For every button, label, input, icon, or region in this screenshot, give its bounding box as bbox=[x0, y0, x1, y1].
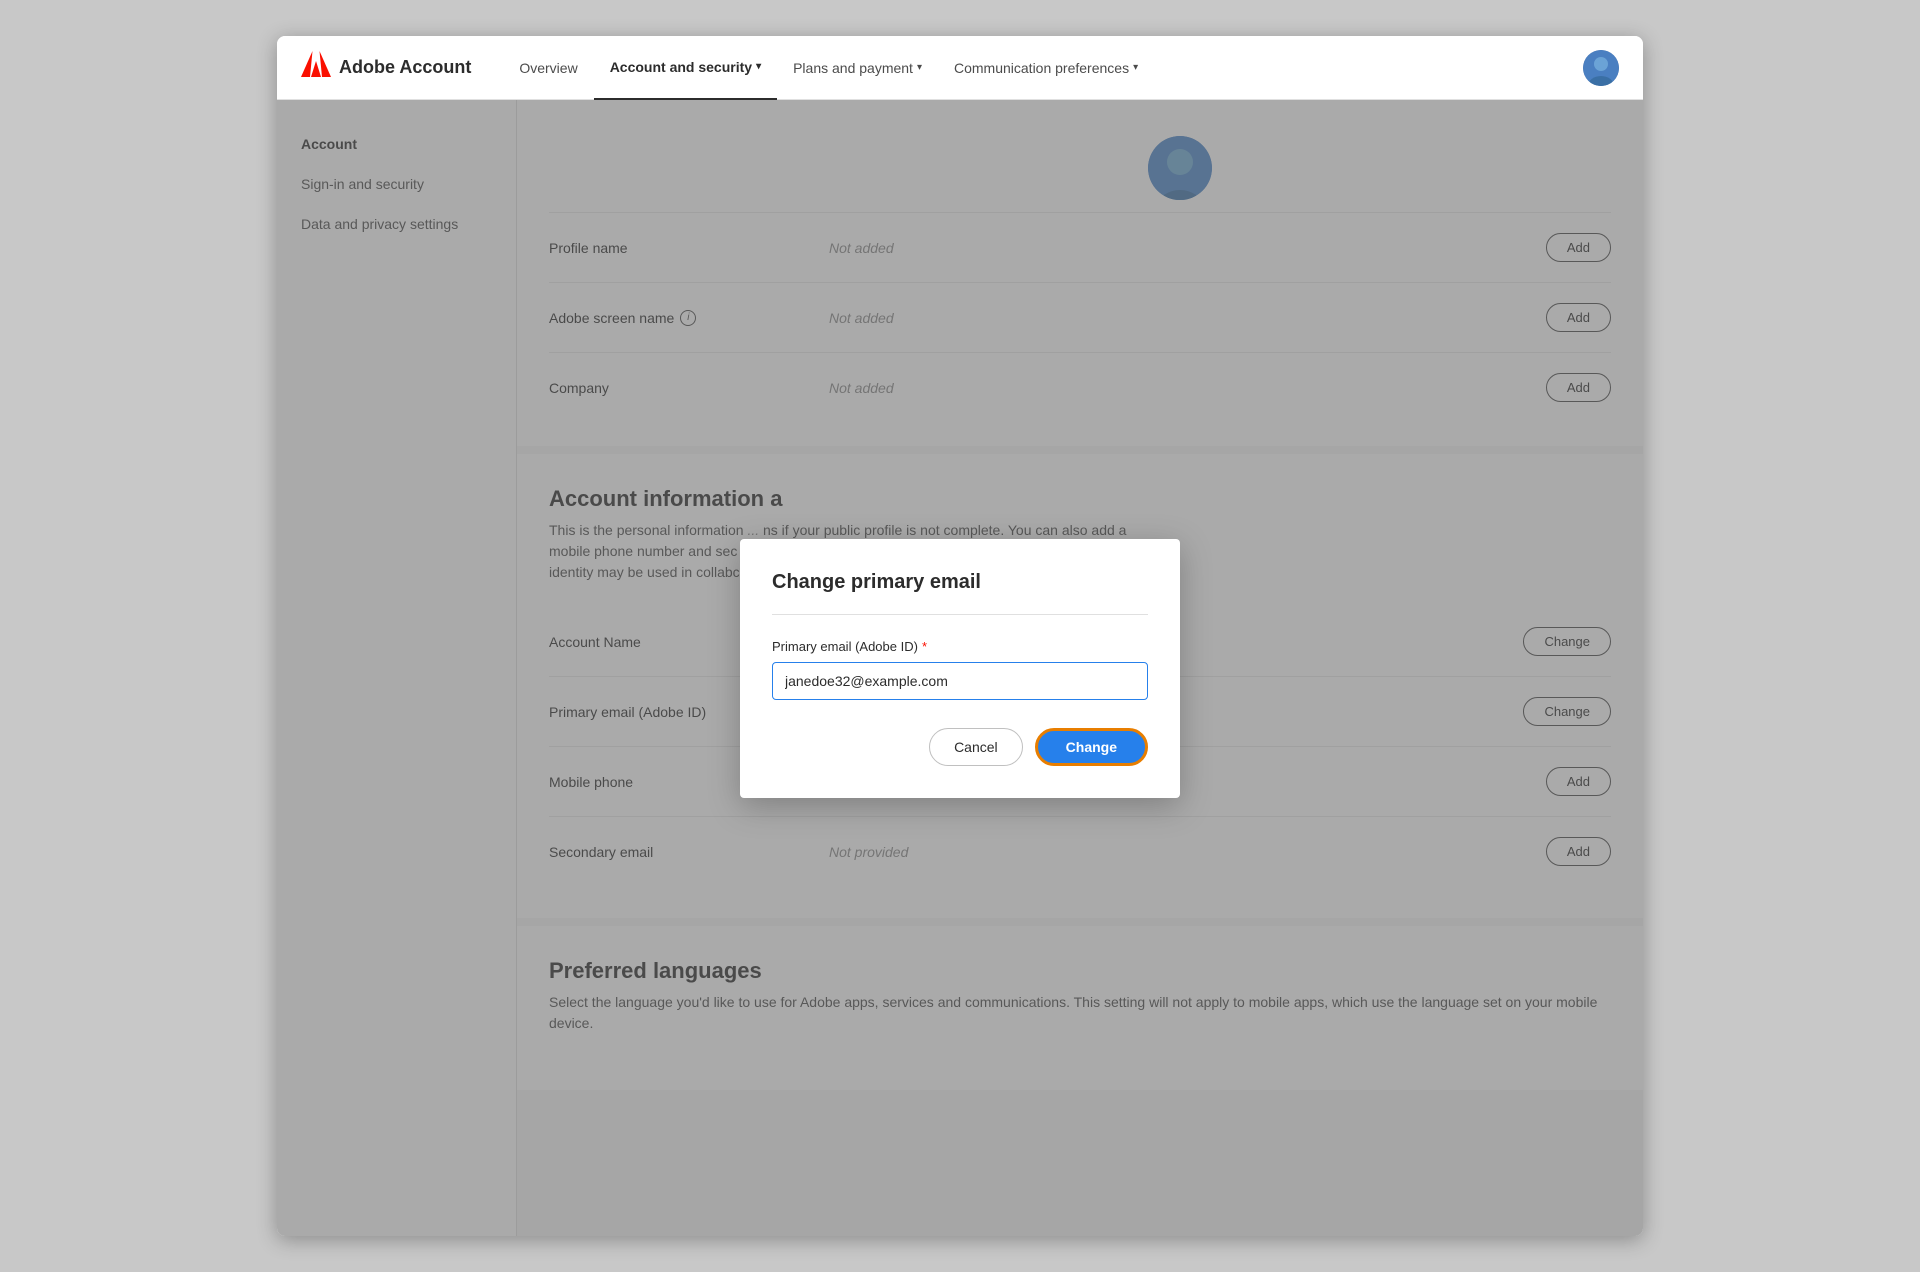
chevron-down-icon: ▾ bbox=[1133, 62, 1138, 73]
nav-item-communication[interactable]: Communication preferences ▾ bbox=[938, 36, 1154, 100]
chevron-down-icon: ▾ bbox=[756, 61, 761, 72]
primary-email-input[interactable] bbox=[772, 662, 1148, 700]
nav-item-plans[interactable]: Plans and payment ▾ bbox=[777, 36, 938, 100]
change-button[interactable]: Change bbox=[1035, 728, 1148, 766]
nav-item-overview[interactable]: Overview bbox=[503, 36, 593, 100]
modal-overlay: Change primary email Primary email (Adob… bbox=[277, 100, 1643, 1236]
main-layout: Account Sign-in and security Data and pr… bbox=[277, 100, 1643, 1236]
nav-brand-label: Adobe Account bbox=[339, 57, 471, 78]
nav-logo[interactable]: Adobe Account bbox=[301, 51, 471, 84]
nav-item-account-security[interactable]: Account and security ▾ bbox=[594, 36, 777, 100]
adobe-icon bbox=[301, 51, 331, 84]
nav-items: Overview Account and security ▾ Plans an… bbox=[503, 36, 1583, 100]
chevron-down-icon: ▾ bbox=[917, 62, 922, 73]
modal-divider bbox=[772, 614, 1148, 615]
change-email-modal: Change primary email Primary email (Adob… bbox=[740, 539, 1180, 798]
top-nav: Adobe Account Overview Account and secur… bbox=[277, 36, 1643, 100]
avatar[interactable] bbox=[1583, 50, 1619, 86]
modal-actions: Cancel Change bbox=[772, 728, 1148, 766]
modal-email-label: Primary email (Adobe ID) * bbox=[772, 639, 1148, 654]
cancel-button[interactable]: Cancel bbox=[929, 728, 1023, 766]
modal-title: Change primary email bbox=[772, 571, 1148, 594]
